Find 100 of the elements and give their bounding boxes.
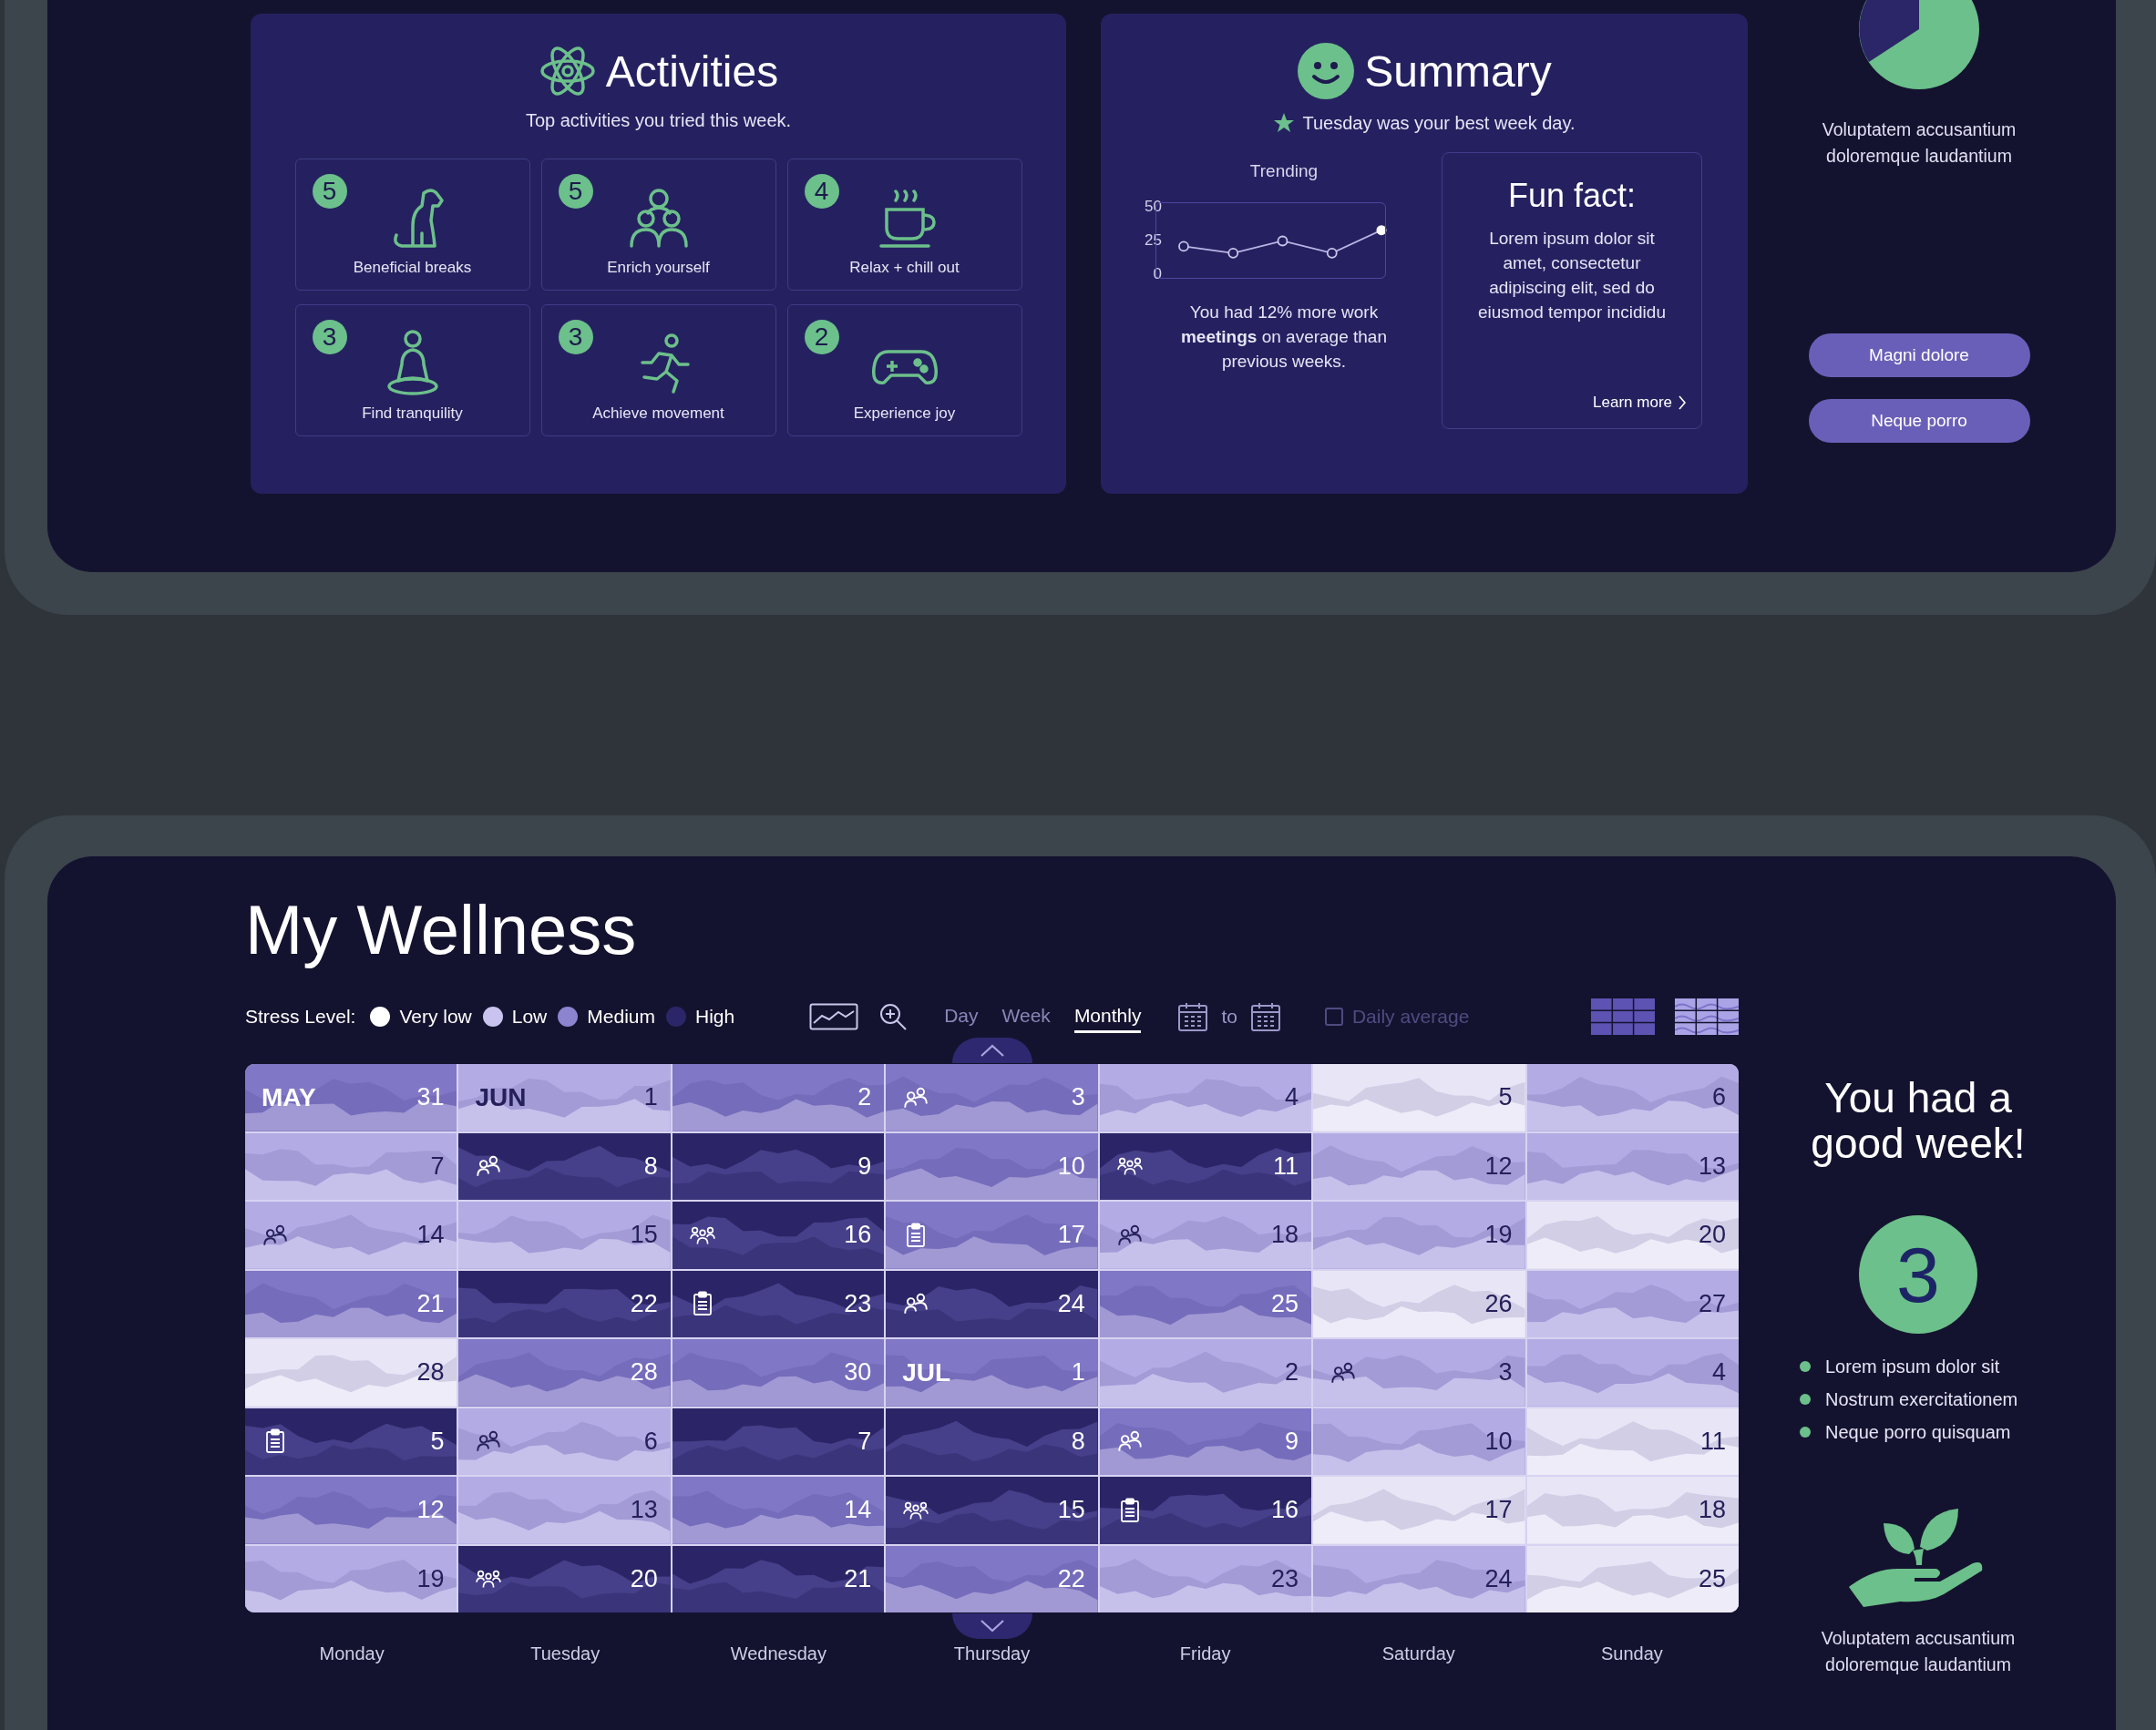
calendar-day[interactable]: 6 [1526, 1064, 1739, 1131]
activity-tile[interactable]: 5 Beneficial breaks [294, 159, 530, 291]
day-number: 22 [1057, 1564, 1085, 1593]
calendar-day[interactable]: 7 [245, 1132, 457, 1200]
calendar-day[interactable]: 13 [1526, 1132, 1739, 1200]
day-number: 11 [1699, 1427, 1726, 1456]
calendar-day[interactable]: 2 [672, 1064, 885, 1131]
day-number: 16 [844, 1221, 872, 1250]
calendar-day[interactable]: 23 [1099, 1545, 1312, 1612]
calendar-day[interactable]: 12 [1313, 1132, 1525, 1200]
calendar-day[interactable]: 10 [886, 1132, 1098, 1200]
day-number: 18 [1271, 1221, 1299, 1250]
calendar-day[interactable]: 21 [672, 1545, 885, 1612]
calendar-day[interactable]: 18 [1526, 1477, 1739, 1544]
calendar-day[interactable]: 11 [1099, 1132, 1312, 1200]
calendar-day[interactable]: 16 [1099, 1477, 1312, 1544]
calendar-day[interactable]: 16 [672, 1202, 885, 1269]
activity-label: Beneficial breaks [353, 259, 472, 277]
calendar-day[interactable]: 15 [458, 1202, 671, 1269]
calendar-day[interactable]: 8 [458, 1132, 671, 1200]
card-body: Lorem ipsum dolor sit amet, consectetur adipiscing elit, sed do eiusmod tempor incididu [1477, 228, 1667, 323]
calendar-day[interactable]: JUN 1 [458, 1064, 671, 1131]
activity-tile[interactable]: 2 Experience joy [786, 304, 1022, 436]
layout-toggle[interactable] [1591, 998, 1655, 1035]
calendar-day[interactable]: MAY 31 [245, 1064, 457, 1131]
activity-tile[interactable]: 3 Find tranquility [294, 304, 530, 436]
legend-label: Stress Level: [245, 1006, 356, 1028]
day-number: 14 [416, 1221, 445, 1250]
day-number: 24 [1484, 1564, 1513, 1593]
calendar-icon[interactable] [1249, 1001, 1281, 1032]
calendar-day[interactable]: 5 [245, 1408, 457, 1475]
weekday-label: Sunday [1600, 1643, 1664, 1664]
calendar-day[interactable]: 3 [1313, 1339, 1525, 1407]
bullet-dot [1800, 1427, 1811, 1438]
day-number: 4 [1711, 1358, 1726, 1387]
activity-tile[interactable]: 5 Enrich yourself [540, 159, 776, 291]
action-button[interactable]: Magni dolore [1808, 333, 2030, 377]
calendar-day[interactable]: 12 [245, 1477, 457, 1544]
calendar-day[interactable]: 19 [245, 1545, 457, 1612]
calendar-day[interactable]: 4 [1526, 1339, 1739, 1407]
calendar-day[interactable]: 18 [1099, 1202, 1312, 1269]
calendar-day[interactable]: 13 [458, 1477, 671, 1544]
calendar-day[interactable]: 22 [458, 1270, 671, 1337]
calendar-day[interactable]: 21 [245, 1270, 457, 1337]
calendar-day[interactable]: 17 [886, 1202, 1098, 1269]
scroll-up-button[interactable] [951, 1038, 1032, 1063]
learn-more-link[interactable]: Learn more [1593, 394, 1687, 412]
calendar-day[interactable]: 28 [245, 1339, 457, 1407]
scroll-down-button[interactable] [951, 1613, 1032, 1639]
calendar-day[interactable]: 30 [672, 1339, 885, 1407]
calendar-day[interactable]: 27 [1526, 1270, 1739, 1337]
day-number: 23 [1271, 1564, 1299, 1593]
calendar-day[interactable]: 9 [672, 1132, 885, 1200]
calendar-day[interactable]: 28 [458, 1339, 671, 1407]
calendar-day[interactable]: 3 [886, 1064, 1098, 1131]
chart-icon[interactable] [809, 1003, 859, 1030]
calendar-day[interactable]: 23 [672, 1270, 885, 1337]
calendar-day[interactable]: 20 [1526, 1202, 1739, 1269]
calendar-day[interactable]: 24 [886, 1270, 1098, 1337]
calendar-day[interactable]: 14 [245, 1202, 457, 1269]
calendar-day[interactable]: 14 [672, 1477, 885, 1544]
legend-label: Low [511, 1006, 548, 1028]
day-number: 23 [844, 1289, 872, 1318]
calendar-day[interactable]: 26 [1313, 1270, 1525, 1337]
day-number: 10 [1057, 1152, 1085, 1181]
calendar-day[interactable]: 5 [1313, 1064, 1525, 1131]
calendar-day[interactable]: 8 [886, 1408, 1098, 1475]
calendar-day[interactable]: JUL 1 [886, 1339, 1098, 1407]
activity-tile[interactable]: 3 Achieve movement [540, 304, 776, 436]
calendar-day[interactable]: 22 [886, 1545, 1098, 1612]
calendar-day[interactable]: 7 [672, 1408, 885, 1475]
calendar-day[interactable]: 4 [1099, 1064, 1312, 1131]
calendar-day[interactable]: 2 [1099, 1339, 1312, 1407]
score-badge: 3 [1859, 1215, 1977, 1334]
view-tab[interactable]: Day [944, 1000, 979, 1033]
calendar-icon[interactable] [1177, 1001, 1209, 1032]
day-number: 20 [630, 1564, 658, 1593]
day-number: 1 [643, 1083, 658, 1112]
view-tab[interactable]: Week [1001, 1000, 1051, 1033]
calendar-day[interactable]: 25 [1099, 1270, 1312, 1337]
calendar-day[interactable]: 9 [1099, 1408, 1312, 1475]
count-badge: 5 [558, 174, 593, 209]
grid-icon [1591, 998, 1655, 1035]
calendar-day[interactable]: 11 [1526, 1408, 1739, 1475]
day-number: 19 [1484, 1221, 1513, 1250]
calendar-day[interactable]: 20 [458, 1545, 671, 1612]
zoom-in-icon[interactable] [878, 1002, 909, 1031]
calendar-day[interactable]: 10 [1313, 1408, 1525, 1475]
calendar-day[interactable]: 17 [1313, 1477, 1525, 1544]
calendar-day[interactable]: 19 [1313, 1202, 1525, 1269]
view-tab[interactable]: Monthly [1073, 1000, 1142, 1033]
layout-toggle[interactable] [1675, 998, 1739, 1035]
range-separator: to [1221, 1006, 1237, 1028]
calendar-day[interactable]: 15 [886, 1477, 1098, 1544]
activity-tile[interactable]: 4 Relax + chill out [786, 159, 1022, 291]
action-button[interactable]: Neque porro [1808, 399, 2030, 443]
day-number: 17 [1484, 1496, 1513, 1525]
calendar-day[interactable]: 6 [458, 1408, 671, 1475]
calendar-day[interactable]: 24 [1313, 1545, 1525, 1612]
calendar-day[interactable]: 25 [1526, 1545, 1739, 1612]
